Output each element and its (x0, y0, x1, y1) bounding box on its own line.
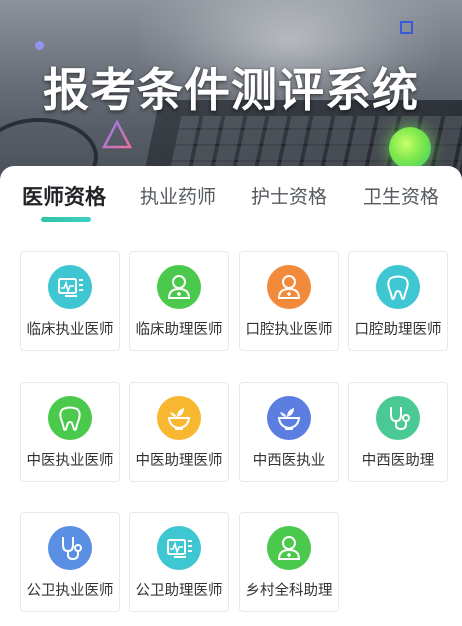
exam-category-label: 口腔助理医师 (354, 322, 442, 338)
tooth-icon (376, 265, 420, 309)
exam-category-label: 中西医助理 (361, 453, 435, 469)
banner: 报考条件测评系统 (0, 0, 462, 185)
exam-category-card[interactable]: 中医助理医师 (129, 382, 229, 482)
exam-category-label: 公卫执业医师 (26, 583, 114, 599)
monitor-chart-icon (48, 265, 92, 309)
tab-physician-qualification[interactable]: 医师资格 (22, 182, 106, 212)
exam-category-label: 乡村全科助理 (245, 583, 333, 599)
decor-glow-circle (389, 127, 431, 169)
doctor-icon (267, 265, 311, 309)
exam-category-label: 临床助理医师 (135, 322, 223, 338)
category-tabs: 医师资格 执业药师 护士资格 卫生资格 (0, 182, 462, 222)
exam-category-label: 中西医执业 (252, 453, 326, 469)
herb-bowl-icon (157, 396, 201, 440)
exam-category-card[interactable]: 临床执业医师 (20, 251, 120, 351)
exam-category-card[interactable]: 公卫执业医师 (20, 512, 120, 612)
banner-title: 报考条件测评系统 (43, 63, 419, 117)
tooth-icon (48, 396, 92, 440)
stethoscope-icon (376, 396, 420, 440)
exam-category-card[interactable]: 口腔助理医师 (348, 251, 448, 351)
exam-category-label: 临床执业医师 (26, 322, 114, 338)
exam-category-card[interactable]: 中西医助理 (348, 382, 448, 482)
exam-category-card[interactable]: 口腔执业医师 (239, 251, 339, 351)
tab-health-qualification[interactable]: 卫生资格 (363, 182, 439, 212)
decor-square (400, 21, 413, 34)
tab-licensed-pharmacist[interactable]: 执业药师 (140, 182, 216, 212)
exam-category-card[interactable]: 乡村全科助理 (239, 512, 339, 612)
exam-category-label: 口腔执业医师 (245, 322, 333, 338)
exam-category-card[interactable]: 中西医执业 (239, 382, 339, 482)
exam-category-card[interactable]: 临床助理医师 (129, 251, 229, 351)
active-tab-indicator (41, 217, 91, 222)
doctor-icon (267, 526, 311, 570)
doctor-icon (157, 265, 201, 309)
exam-category-card[interactable]: 公卫助理医师 (129, 512, 229, 612)
decor-triangle (102, 120, 132, 149)
stethoscope-icon (48, 526, 92, 570)
exam-category-label: 公卫助理医师 (135, 583, 223, 599)
exam-category-card[interactable]: 中医执业医师 (20, 382, 120, 482)
herb-bowl-icon (267, 396, 311, 440)
tab-nurse-qualification[interactable]: 护士资格 (251, 182, 327, 212)
exam-category-label: 中医执业医师 (26, 453, 114, 469)
monitor-chart-icon (157, 526, 201, 570)
decor-dot (35, 41, 44, 50)
exam-category-label: 中医助理医师 (135, 453, 223, 469)
